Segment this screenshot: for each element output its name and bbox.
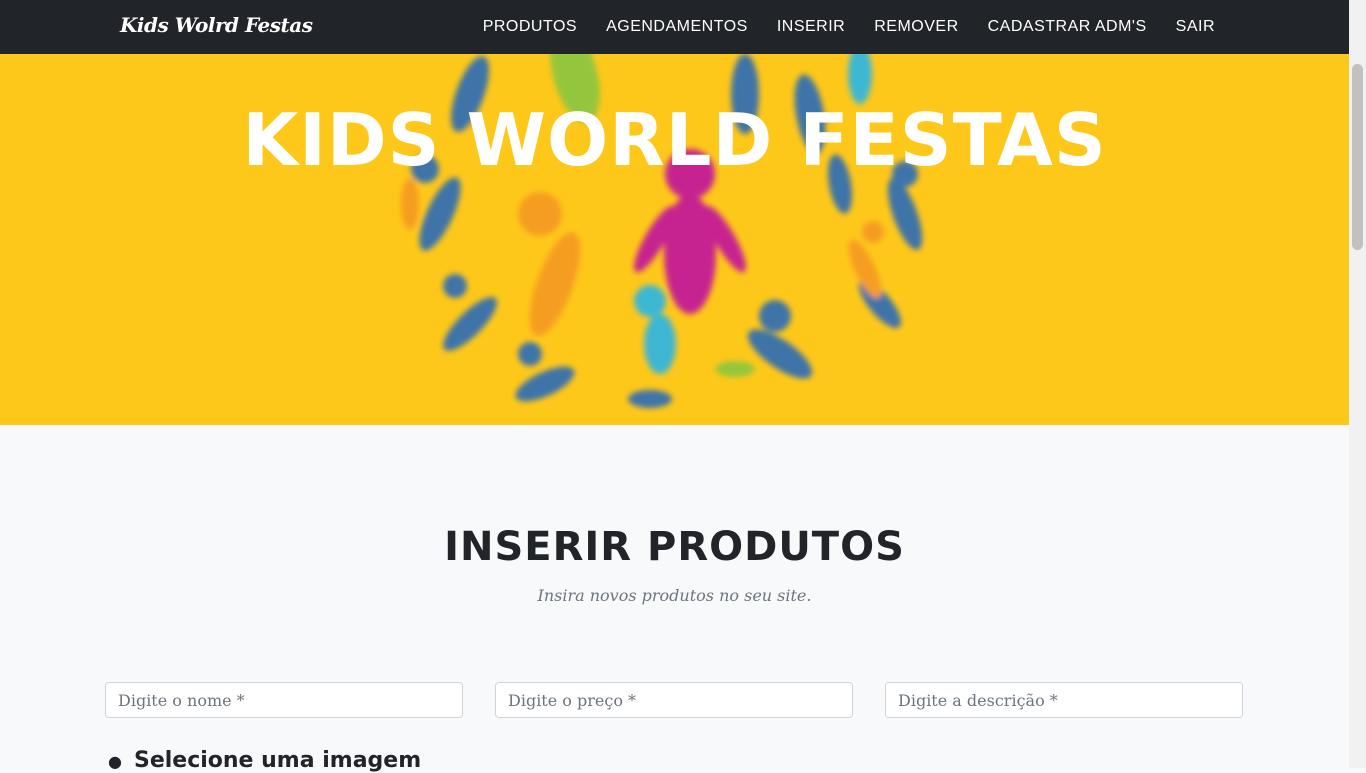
nav-link-sair[interactable]: SAIR [1176,18,1215,36]
bullet-icon: ● [108,752,122,771]
nav-menu: PRODUTOS AGENDAMENTOS INSERIR REMOVER CA… [454,0,1215,54]
scrollbar-thumb[interactable] [1352,64,1363,250]
product-description-input[interactable] [885,682,1243,718]
nav-link-produtos[interactable]: PRODUTOS [483,18,577,36]
product-name-input[interactable] [105,682,463,718]
nav-link-remover[interactable]: REMOVER [874,18,958,36]
section-heading: INSERIR PRODUTOS [444,524,905,570]
top-navbar: Kids Wolrd Festas PRODUTOS AGENDAMENTOS … [0,0,1349,54]
brand-logo[interactable]: Kids Wolrd Festas [120,13,313,37]
section-subheading: Insira novos produtos no seu site. [537,586,812,605]
nav-link-agendamentos[interactable]: AGENDAMENTOS [606,18,748,36]
page-scrollbar[interactable] [1349,0,1366,768]
nav-link-cadastrar-adms[interactable]: CADASTRAR ADM'S [988,18,1147,36]
nav-link-inserir[interactable]: INSERIR [777,18,845,36]
hero-title: KIDS WORLD FESTAS [242,98,1107,182]
image-select-text: Selecione uma imagem [133,748,422,773]
product-price-input[interactable] [495,682,853,718]
hero-banner: KIDS WORLD FESTAS [0,54,1349,425]
image-select-label: ● Selecione uma imagem [108,748,421,773]
